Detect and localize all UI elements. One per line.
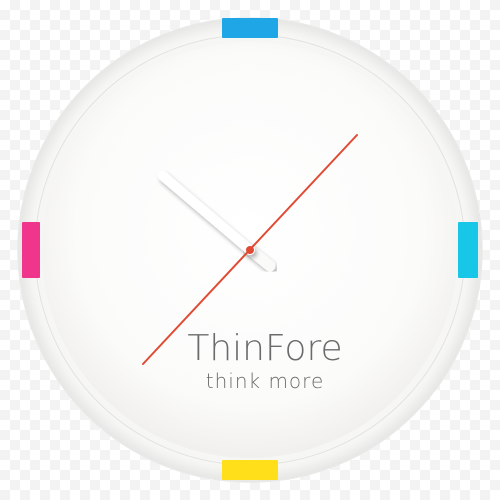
brand-tagline: think more [206,369,325,393]
marker-bottom [222,460,278,480]
wall-clock-image: ThinFore think more [0,0,500,500]
marker-top [222,18,278,38]
wall-clock-icon: ThinFore think more [17,17,483,483]
marker-left [22,222,40,278]
marker-right [458,222,478,278]
brand-name: ThinFore [187,328,342,369]
